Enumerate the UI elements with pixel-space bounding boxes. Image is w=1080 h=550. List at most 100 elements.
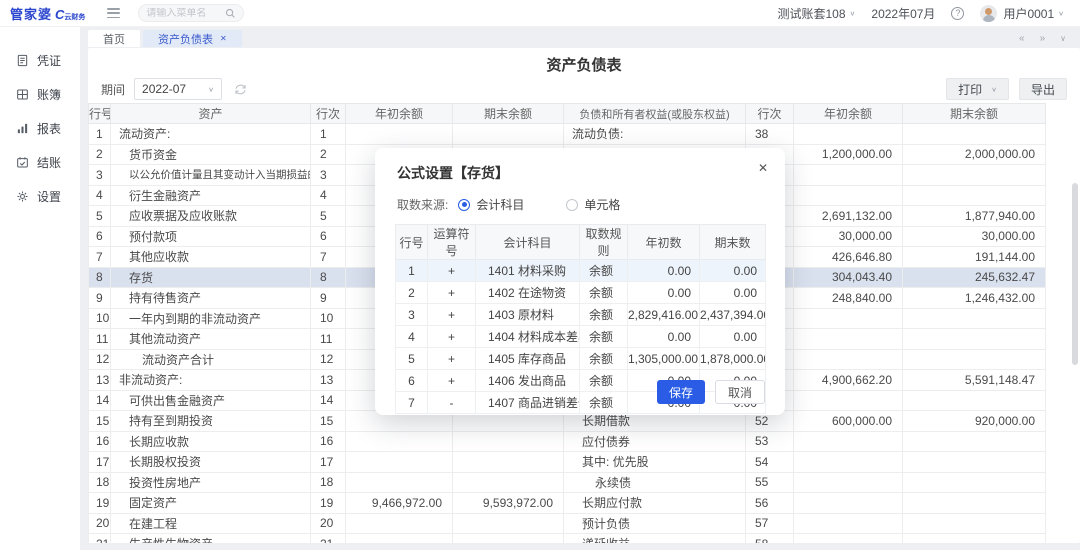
formula-row[interactable]: 3+1403 原材料余额2,829,416.002,437,394.00 — [396, 304, 766, 326]
cell-asset-line: 21 — [311, 534, 346, 544]
print-label: 打印 — [958, 81, 982, 98]
sidebar-item-label: 设置 — [37, 188, 61, 205]
cell-liability-begin — [794, 452, 903, 473]
search-icon[interactable] — [225, 8, 236, 19]
close-icon[interactable] — [758, 161, 768, 175]
formula-settings-modal: 公式设置【存货】 取数来源: 会计科目 单元格 行号 运算符号 会计科目 — [375, 148, 785, 415]
table-row[interactable]: 17长期股权投资17其中: 优先股54 — [89, 452, 1046, 473]
tab-scroll-left-icon[interactable] — [1019, 33, 1025, 44]
cell-end-amount: 0.00 — [700, 260, 766, 282]
cell-liability-line: 56 — [746, 493, 794, 514]
cell-liability-end — [903, 431, 1046, 452]
cell-operator: + — [428, 260, 476, 282]
accounting-period[interactable]: 2022年07月 — [871, 5, 935, 22]
period-select[interactable]: 2022-07 — [134, 78, 222, 100]
table-header-row: 行号 资产 行次 年初余额 期末余额 负债和所有者权益(或股东权益) 行次 年初… — [89, 104, 1046, 124]
cell-account-subject: 1404 材料成本差异 — [476, 326, 580, 348]
menu-toggle-icon[interactable] — [107, 8, 120, 18]
cell-asset-line: 17 — [311, 452, 346, 473]
tab-home[interactable]: 首页 — [88, 30, 140, 47]
sidebar-item-ledger[interactable]: 账簿 — [0, 77, 80, 111]
sidebar-item-voucher[interactable]: 凭证 — [0, 43, 80, 77]
cell-liability-name: 预计负债 — [564, 513, 746, 534]
help-icon[interactable] — [951, 7, 964, 20]
table-row[interactable]: 1流动资产:1流动负债:38 — [89, 124, 1046, 145]
cell-liability-name: 递延收益 — [564, 534, 746, 544]
cell-liability-begin — [794, 431, 903, 452]
col-liability-begin-balance: 年初余额 — [794, 104, 903, 124]
tab-controls — [1019, 33, 1066, 47]
sidebar-item-reports[interactable]: 报表 — [0, 111, 80, 145]
sidebar-item-settings[interactable]: 设置 — [0, 179, 80, 213]
table-row[interactable]: 16长期应收款16应付债券53 — [89, 431, 1046, 452]
radio-cell[interactable]: 单元格 — [566, 196, 620, 213]
cell-operator: + — [428, 282, 476, 304]
save-button[interactable]: 保存 — [657, 380, 705, 404]
user-menu[interactable]: 用户0001 — [1003, 5, 1064, 22]
cell-asset-end — [453, 452, 564, 473]
cell-asset-line: 15 — [311, 411, 346, 432]
cell-liability-begin: 2,691,132.00 — [794, 206, 903, 227]
cell-asset-end — [453, 534, 564, 544]
cell-end-amount: 0.00 — [700, 326, 766, 348]
chevron-down-icon — [850, 9, 856, 16]
cell-row-num: 7 — [396, 392, 428, 414]
table-row[interactable]: 21生产性生物资产21递延收益58 — [89, 534, 1046, 544]
cell-account-subject: 1402 在途物资 — [476, 282, 580, 304]
cell-row-num: 16 — [89, 431, 111, 452]
cell-liability-begin — [794, 349, 903, 370]
account-set-name: 测试账套108 — [778, 5, 846, 22]
cell-row-num: 14 — [89, 390, 111, 411]
tab-list-dropdown-icon[interactable] — [1060, 33, 1066, 44]
table-row[interactable]: 18投资性房地产18永续债55 — [89, 472, 1046, 493]
cell-asset-name: 固定资产 — [111, 493, 311, 514]
account-set-switcher[interactable]: 测试账套108 — [778, 5, 856, 22]
formula-row[interactable]: 4+1404 材料成本差异余额0.000.00 — [396, 326, 766, 348]
cell-liability-end — [903, 390, 1046, 411]
sidebar-item-label: 结账 — [37, 154, 61, 171]
cell-liability-end: 1,877,940.00 — [903, 206, 1046, 227]
cell-operator: + — [428, 370, 476, 392]
formula-row[interactable]: 5+1405 库存商品余额1,305,000.001,878,000.00 — [396, 348, 766, 370]
cancel-button[interactable]: 取消 — [715, 380, 765, 404]
export-label: 导出 — [1031, 81, 1055, 98]
cell-account-subject: 1401 材料采购 — [476, 260, 580, 282]
radio-label: 会计科目 — [476, 196, 524, 213]
tab-bar: 首页 资产负债表 — [80, 27, 1080, 47]
cell-asset-begin — [346, 431, 453, 452]
cell-asset-line: 18 — [311, 472, 346, 493]
refresh-button[interactable] — [234, 83, 247, 96]
sidebar-item-closing[interactable]: 结账 — [0, 145, 80, 179]
table-row[interactable]: 19固定资产199,466,972.009,593,972.00长期应付款56 — [89, 493, 1046, 514]
cell-liability-end: 5,591,148.47 — [903, 370, 1046, 391]
cell-liability-line: 55 — [746, 472, 794, 493]
cell-asset-end — [453, 513, 564, 534]
tab-close-icon[interactable] — [220, 34, 227, 43]
cell-asset-line: 5 — [311, 206, 346, 227]
cell-asset-end — [453, 124, 564, 145]
cell-fetch-rule: 余额 — [580, 304, 628, 326]
cell-liability-begin: 600,000.00 — [794, 411, 903, 432]
table-row[interactable]: 20在建工程20预计负债57 — [89, 513, 1046, 534]
vertical-scrollbar[interactable] — [1072, 183, 1078, 365]
formula-row[interactable]: 1+1401 材料采购余额0.000.00 — [396, 260, 766, 282]
app-logo[interactable]: 管家婆 C 云财务 — [10, 4, 85, 23]
print-button[interactable]: 打印 — [946, 78, 1009, 100]
top-right-area: 测试账套108 2022年07月 用户0001 — [778, 5, 1065, 22]
cell-row-num: 7 — [89, 247, 111, 268]
cell-end-amount: 1,878,000.00 — [700, 348, 766, 370]
cell-row-num: 13 — [89, 370, 111, 391]
settings-icon — [16, 190, 29, 203]
export-button[interactable]: 导出 — [1019, 78, 1067, 100]
tab-balance-sheet[interactable]: 资产负债表 — [143, 30, 242, 47]
cell-liability-begin — [794, 472, 903, 493]
tab-scroll-right-icon[interactable] — [1040, 33, 1046, 44]
cell-account-subject: 1405 库存商品 — [476, 348, 580, 370]
formula-row[interactable]: 2+1402 在途物资余额0.000.00 — [396, 282, 766, 304]
radio-account-subject[interactable]: 会计科目 — [458, 196, 524, 213]
cell-liability-end: 191,144.00 — [903, 247, 1046, 268]
cell-account-subject: 1406 发出商品 — [476, 370, 580, 392]
cell-asset-line: 13 — [311, 370, 346, 391]
search-input[interactable] — [146, 8, 221, 19]
cell-operator: + — [428, 348, 476, 370]
